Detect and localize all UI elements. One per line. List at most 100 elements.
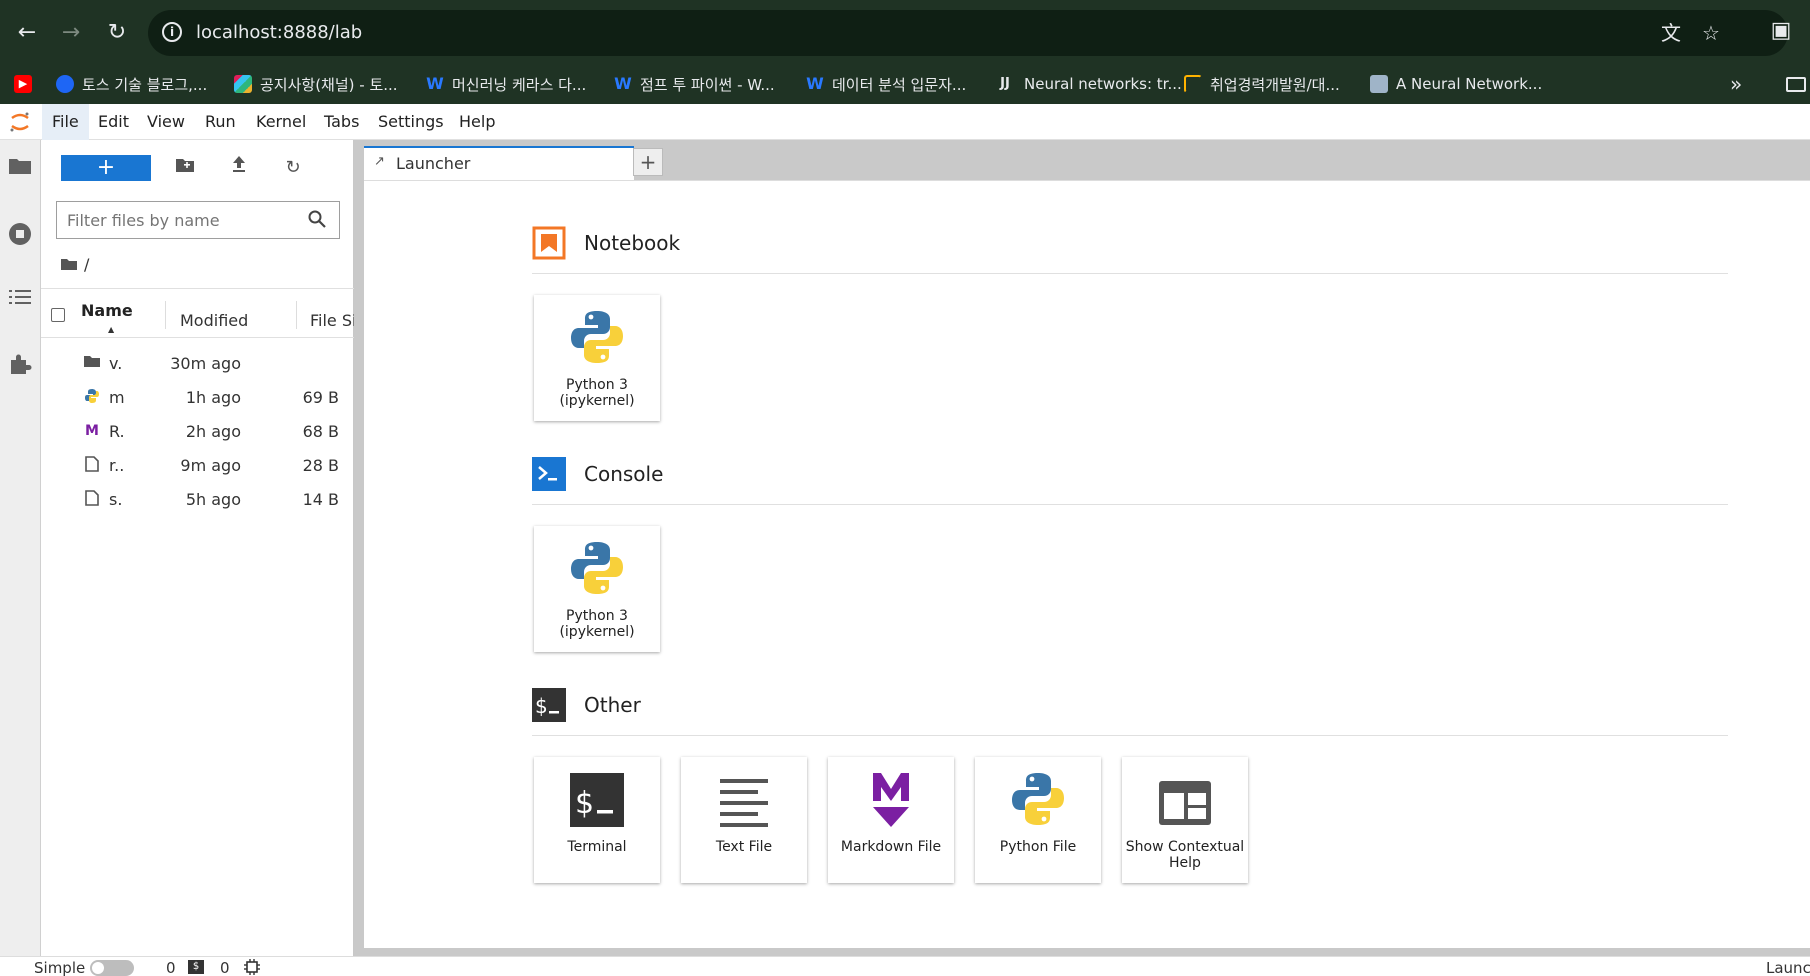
address-bar[interactable]: i localhost:8888/lab 文 ☆ bbox=[148, 10, 1788, 56]
column-divider[interactable] bbox=[165, 301, 166, 329]
add-tab-button[interactable]: + bbox=[633, 148, 663, 176]
text-file-card[interactable]: Text File bbox=[681, 757, 807, 883]
file-row[interactable]: r.. 9m ago 28 B bbox=[41, 448, 354, 482]
menu-edit[interactable]: Edit bbox=[88, 104, 139, 140]
kernel-status-icon[interactable] bbox=[244, 959, 260, 975]
section-notebook: Notebook bbox=[532, 226, 680, 260]
python-logo-icon bbox=[571, 311, 623, 363]
notebook-python3-card[interactable]: Python 3 (ipykernel) bbox=[534, 295, 660, 421]
filter-files-input[interactable] bbox=[57, 202, 287, 238]
status-launcher-label: Launc bbox=[1766, 959, 1810, 976]
menu-kernel[interactable]: Kernel bbox=[246, 104, 316, 140]
search-icon[interactable] bbox=[307, 209, 327, 229]
terminal-status-icon[interactable]: $ bbox=[188, 960, 204, 974]
all-bookmarks-folder-icon[interactable] bbox=[1786, 64, 1810, 104]
section-title-other: Other bbox=[584, 693, 641, 717]
launcher-panel: Notebook Python 3 (ipykernel) Console Py… bbox=[364, 180, 1810, 948]
reload-icon[interactable]: ↻ bbox=[100, 16, 134, 50]
breadcrumb-root[interactable]: / bbox=[84, 255, 89, 274]
contextual-help-card[interactable]: Show Contextual Help bbox=[1122, 757, 1248, 883]
card-label: Python File bbox=[999, 839, 1077, 855]
table-of-contents-icon[interactable] bbox=[6, 286, 34, 314]
browser-chrome: ← → ↻ i localhost:8888/lab 文 ☆ ▣ ▶ 토스 기술… bbox=[0, 0, 1810, 104]
new-folder-icon[interactable] bbox=[171, 155, 199, 181]
wikidocs-icon: W bbox=[806, 74, 824, 93]
text-file-icon bbox=[720, 779, 768, 827]
card-label: Python 3 (ipykernel) bbox=[559, 608, 635, 640]
url-text[interactable]: localhost:8888/lab bbox=[196, 22, 362, 43]
file-row[interactable]: v. 30m ago bbox=[41, 346, 354, 380]
bookmark-item[interactable]: 토스 기술 블로그,... bbox=[56, 64, 207, 104]
select-all-checkbox[interactable] bbox=[51, 308, 65, 322]
launcher-icon: ↗ bbox=[374, 154, 385, 169]
menu-tabs[interactable]: Tabs bbox=[314, 104, 369, 140]
toss-icon bbox=[56, 75, 74, 93]
file-size: 69 B bbox=[302, 388, 339, 407]
bookmark-label: Neural networks: tr... bbox=[1024, 75, 1182, 93]
slack-icon bbox=[234, 75, 252, 93]
site-info-icon[interactable]: i bbox=[162, 22, 182, 42]
main-dock-panel: ↗ Launcher + Notebook Python 3 (ipykerne… bbox=[354, 140, 1810, 956]
bookmark-star-icon[interactable]: ☆ bbox=[1698, 20, 1724, 46]
column-name[interactable]: Name bbox=[81, 301, 133, 320]
file-modified: 1h ago bbox=[185, 388, 241, 407]
tab-launcher[interactable]: ↗ Launcher bbox=[364, 146, 634, 180]
column-divider[interactable] bbox=[296, 301, 297, 329]
bookmark-youtube[interactable]: ▶ bbox=[14, 64, 40, 104]
card-label: Terminal bbox=[567, 839, 627, 855]
bookmark-item[interactable]: JJ Neural networks: tr... bbox=[994, 64, 1182, 104]
home-folder-icon[interactable] bbox=[60, 257, 78, 271]
file-row[interactable]: M R. 2h ago 68 B bbox=[41, 414, 354, 448]
kernel-count[interactable]: 0 bbox=[220, 959, 230, 976]
extensions-icon[interactable]: ▣ bbox=[1764, 14, 1798, 48]
file-row[interactable]: m 1h ago 69 B bbox=[41, 380, 354, 414]
bookmark-label: A Neural Network... bbox=[1396, 75, 1543, 93]
terminal-card[interactable]: $ Terminal bbox=[534, 757, 660, 883]
column-file-size[interactable]: File Si bbox=[310, 311, 354, 330]
wikidocs-icon: W bbox=[426, 74, 444, 93]
back-icon[interactable]: ← bbox=[10, 16, 44, 50]
bookmark-item[interactable]: A Neural Network... bbox=[1370, 64, 1542, 104]
bookmark-label: 머신러닝 케라스 다... bbox=[452, 75, 587, 94]
forward-icon[interactable]: → bbox=[54, 16, 88, 50]
file-row[interactable]: s. 5h ago 14 B bbox=[41, 482, 354, 516]
menu-run[interactable]: Run bbox=[195, 104, 246, 140]
filter-files-box bbox=[56, 201, 340, 239]
file-modified: 9m ago bbox=[180, 456, 241, 475]
menu-help[interactable]: Help bbox=[449, 104, 505, 140]
upload-icon[interactable] bbox=[225, 155, 253, 181]
section-divider bbox=[532, 273, 1728, 274]
tab-label: Launcher bbox=[396, 154, 471, 173]
bookmark-item[interactable]: 취업경력개발원/대... bbox=[1184, 64, 1340, 104]
terminal-count[interactable]: 0 bbox=[166, 959, 176, 976]
section-title-console: Console bbox=[584, 462, 664, 486]
python-file-card[interactable]: Python File bbox=[975, 757, 1101, 883]
simple-mode-toggle[interactable] bbox=[90, 960, 134, 976]
column-modified[interactable]: Modified bbox=[180, 311, 248, 330]
bookmarks-overflow-icon[interactable]: » bbox=[1730, 64, 1742, 104]
markdown-file-card[interactable]: Markdown File bbox=[828, 757, 954, 883]
new-launcher-button[interactable]: + bbox=[61, 155, 151, 181]
bookmark-item[interactable]: W 점프 투 파이썬 - W... bbox=[614, 64, 775, 104]
extensions-puzzle-icon[interactable] bbox=[6, 352, 34, 380]
file-size: 28 B bbox=[302, 456, 339, 475]
file-browser: + ↻ / Name ▲ Modified File Si v. 30m ago… bbox=[41, 140, 354, 956]
tab-bar: ↗ Launcher + bbox=[354, 140, 1810, 180]
refresh-icon[interactable]: ↻ bbox=[279, 155, 307, 181]
python-file-icon bbox=[83, 388, 101, 406]
menu-settings[interactable]: Settings bbox=[368, 104, 454, 140]
section-title-notebook: Notebook bbox=[584, 231, 681, 255]
section-divider bbox=[532, 504, 1728, 505]
translate-icon[interactable]: 文 bbox=[1658, 20, 1684, 46]
file-modified: 5h ago bbox=[185, 490, 241, 509]
bookmark-item[interactable]: W 데이터 분석 입문자... bbox=[806, 64, 966, 104]
section-other: $ Other bbox=[532, 688, 641, 722]
terminal-icon: $ bbox=[570, 773, 624, 827]
menu-view[interactable]: View bbox=[137, 104, 195, 140]
menu-file[interactable]: File bbox=[42, 104, 89, 140]
folder-icon[interactable] bbox=[6, 156, 34, 184]
bookmark-item[interactable]: 공지사항(채널) - 토... bbox=[234, 64, 398, 104]
running-sessions-icon[interactable] bbox=[6, 222, 34, 250]
console-python3-card[interactable]: Python 3 (ipykernel) bbox=[534, 526, 660, 652]
bookmark-item[interactable]: W 머신러닝 케라스 다... bbox=[426, 64, 586, 104]
